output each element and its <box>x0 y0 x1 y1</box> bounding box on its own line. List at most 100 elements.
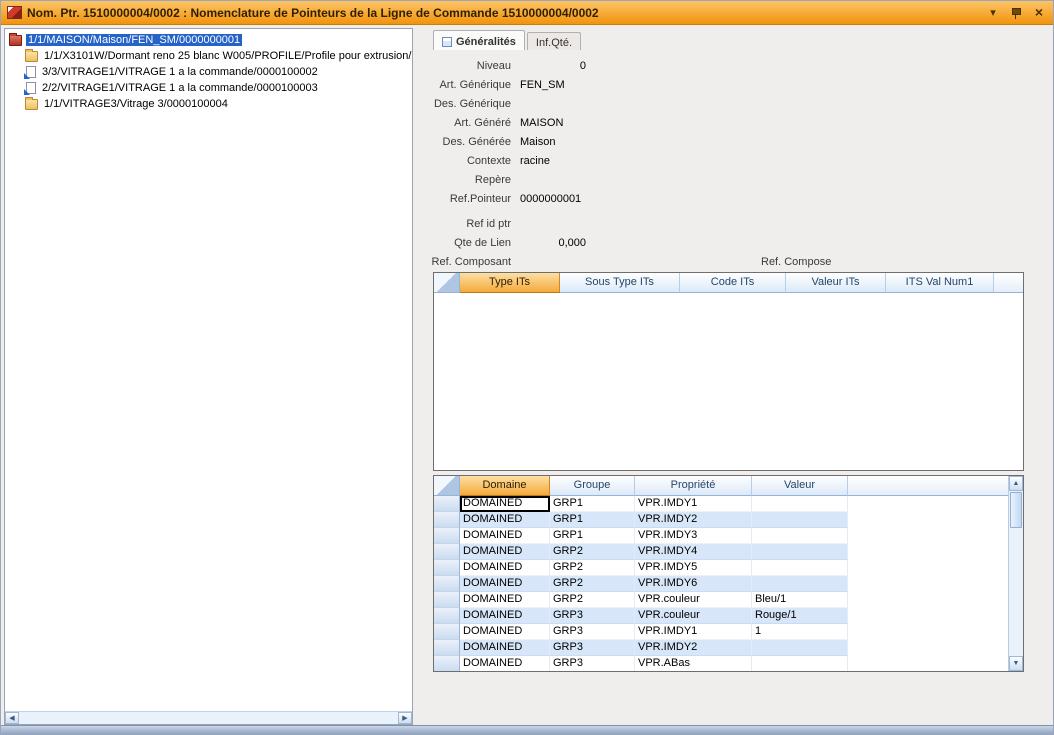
row-selector[interactable] <box>434 624 460 640</box>
scrollbar-track[interactable] <box>1009 529 1023 656</box>
table-cell[interactable]: DOMAINED <box>460 608 550 624</box>
column-header[interactable]: Sous Type ITs <box>560 273 680 293</box>
table-cell[interactable]: GRP2 <box>550 592 635 608</box>
window-menu-button[interactable]: ▾ <box>985 5 1001 21</box>
tab-generalites[interactable]: Généralités <box>433 30 525 50</box>
tree-item-label: 1/1/X3101W/Dormant reno 25 blanc W005/PR… <box>42 50 412 62</box>
table-cell[interactable]: GRP3 <box>550 624 635 640</box>
table-cell[interactable]: GRP1 <box>550 528 635 544</box>
table-cell[interactable]: GRP3 <box>550 608 635 624</box>
table-cell[interactable]: GRP3 <box>550 640 635 656</box>
table-row: DOMAINEDGRP1VPR.IMDY2 <box>434 512 1023 528</box>
pin-icon[interactable] <box>1008 5 1024 21</box>
tree-item[interactable]: 1/1/VITRAGE3/Vitrage 3/0000100004 <box>5 96 412 112</box>
column-header[interactable]: Domaine <box>460 476 550 496</box>
table-cell[interactable]: Rouge/1 <box>752 608 848 624</box>
scrollbar-track[interactable] <box>19 712 398 724</box>
field-value: 0000000001 <box>520 193 581 205</box>
column-header[interactable]: Code ITs <box>680 273 786 293</box>
window-resize-bar[interactable] <box>1 725 1053 734</box>
table-cell[interactable]: Bleu/1 <box>752 592 848 608</box>
table-row: DOMAINEDGRP3VPR.ABas <box>434 656 1023 671</box>
scroll-up-button[interactable]: ▲ <box>1009 476 1023 491</box>
row-selector[interactable] <box>434 528 460 544</box>
field-label: Art. Générique <box>415 79 511 91</box>
detail-panel: Généralités Inf.Qté. Niveau0Art. Génériq… <box>415 25 1052 725</box>
grid-corner-cell[interactable] <box>434 476 460 496</box>
table-cell[interactable]: 1 <box>752 624 848 640</box>
field-value: 0,000 <box>520 237 586 249</box>
row-selector[interactable] <box>434 560 460 576</box>
grid-corner-cell[interactable] <box>434 273 460 293</box>
field-label: Repère <box>415 174 511 186</box>
table-cell[interactable]: DOMAINED <box>460 640 550 656</box>
table-cell[interactable]: GRP1 <box>550 512 635 528</box>
form-row: Des. Générique <box>415 94 1052 113</box>
column-header[interactable]: Valeur ITs <box>786 273 886 293</box>
table-cell[interactable]: VPR.IMDY2 <box>635 640 752 656</box>
column-header[interactable]: Groupe <box>550 476 635 496</box>
table-cell[interactable]: GRP1 <box>550 496 635 512</box>
table-cell[interactable]: VPR.IMDY3 <box>635 528 752 544</box>
tree-item[interactable]: 1/1/X3101W/Dormant reno 25 blanc W005/PR… <box>5 48 412 64</box>
table-cell[interactable]: DOMAINED <box>460 528 550 544</box>
tree-item[interactable]: 2/2/VITRAGE1/VITRAGE 1 a la commande/000… <box>5 80 412 96</box>
scrollbar-thumb[interactable] <box>1010 492 1022 528</box>
title-bar[interactable]: Nom. Ptr. 1510000004/0002 : Nomenclature… <box>1 1 1053 25</box>
table-cell[interactable]: DOMAINED <box>460 656 550 671</box>
scroll-right-button[interactable]: ▶ <box>398 712 412 724</box>
row-selector[interactable] <box>434 592 460 608</box>
table-cell[interactable]: VPR.couleur <box>635 592 752 608</box>
close-button[interactable]: × <box>1031 5 1047 21</box>
table-cell[interactable]: VPR.IMDY4 <box>635 544 752 560</box>
tree-item[interactable]: 1/1/MAISON/Maison/FEN_SM/0000000001 <box>5 32 412 48</box>
column-header[interactable]: Valeur <box>752 476 848 496</box>
row-selector[interactable] <box>434 544 460 560</box>
table-row: DOMAINEDGRP3VPR.IMDY2 <box>434 640 1023 656</box>
table-cell[interactable] <box>752 560 848 576</box>
table-cell[interactable] <box>752 512 848 528</box>
properties-vertical-scrollbar[interactable]: ▲ ▼ <box>1008 476 1023 671</box>
table-cell[interactable]: DOMAINED <box>460 512 550 528</box>
table-cell[interactable]: DOMAINED <box>460 496 550 512</box>
field-label: Des. Générique <box>415 98 511 110</box>
table-cell[interactable]: VPR.IMDY1 <box>635 624 752 640</box>
table-cell[interactable] <box>752 640 848 656</box>
red-folder-icon <box>9 35 22 46</box>
row-selector[interactable] <box>434 656 460 671</box>
table-cell[interactable] <box>752 576 848 592</box>
table-cell[interactable]: DOMAINED <box>460 592 550 608</box>
table-cell[interactable]: VPR.IMDY6 <box>635 576 752 592</box>
column-header[interactable]: Propriété <box>635 476 752 496</box>
column-header[interactable]: Type ITs <box>460 273 560 293</box>
table-cell[interactable]: VPR.ABas <box>635 656 752 671</box>
table-cell[interactable]: DOMAINED <box>460 624 550 640</box>
table-cell[interactable]: GRP2 <box>550 544 635 560</box>
table-cell[interactable]: DOMAINED <box>460 560 550 576</box>
field-value: FEN_SM <box>520 79 565 91</box>
table-cell[interactable]: GRP2 <box>550 560 635 576</box>
table-cell[interactable]: VPR.IMDY1 <box>635 496 752 512</box>
scroll-left-button[interactable]: ◀ <box>5 712 19 724</box>
tree-item[interactable]: 3/3/VITRAGE1/VITRAGE 1 a la commande/000… <box>5 64 412 80</box>
table-cell[interactable]: VPR.IMDY5 <box>635 560 752 576</box>
table-cell[interactable] <box>752 656 848 671</box>
table-cell[interactable] <box>752 496 848 512</box>
row-selector[interactable] <box>434 640 460 656</box>
table-cell[interactable]: GRP2 <box>550 576 635 592</box>
row-selector[interactable] <box>434 512 460 528</box>
table-cell[interactable] <box>752 528 848 544</box>
row-selector[interactable] <box>434 576 460 592</box>
table-cell[interactable]: VPR.couleur <box>635 608 752 624</box>
tab-inf-qte[interactable]: Inf.Qté. <box>527 32 581 50</box>
column-header[interactable]: ITS Val Num1 <box>886 273 994 293</box>
table-cell[interactable]: DOMAINED <box>460 544 550 560</box>
row-selector[interactable] <box>434 496 460 512</box>
table-cell[interactable]: GRP3 <box>550 656 635 671</box>
table-cell[interactable]: DOMAINED <box>460 576 550 592</box>
tree-horizontal-scrollbar[interactable]: ◀ ▶ <box>5 711 412 724</box>
table-cell[interactable] <box>752 544 848 560</box>
table-cell[interactable]: VPR.IMDY2 <box>635 512 752 528</box>
scroll-down-button[interactable]: ▼ <box>1009 656 1023 671</box>
row-selector[interactable] <box>434 608 460 624</box>
